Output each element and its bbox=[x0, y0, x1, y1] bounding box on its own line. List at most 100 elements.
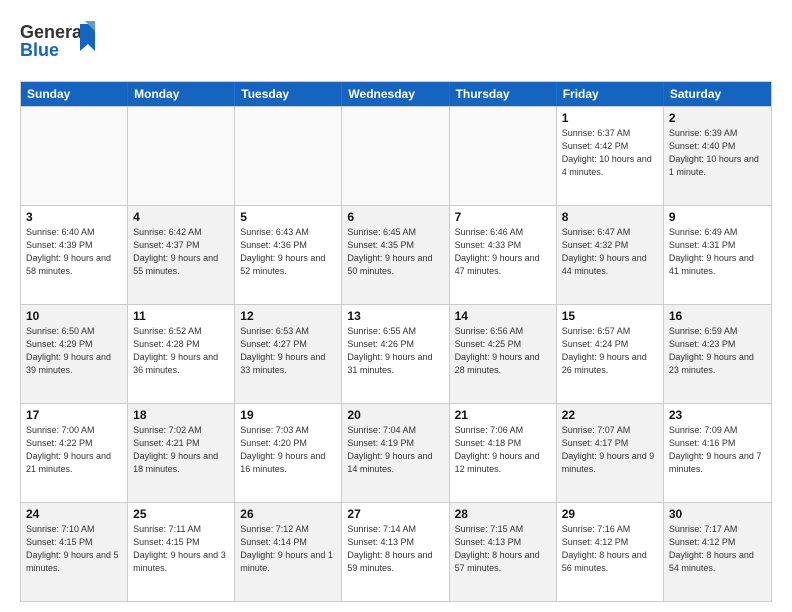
day-cell-6: 6Sunrise: 6:45 AM Sunset: 4:35 PM Daylig… bbox=[342, 206, 449, 304]
day-info: Sunrise: 7:16 AM Sunset: 4:12 PM Dayligh… bbox=[562, 523, 658, 575]
day-number: 2 bbox=[669, 111, 766, 125]
day-info: Sunrise: 7:11 AM Sunset: 4:15 PM Dayligh… bbox=[133, 523, 229, 575]
day-info: Sunrise: 6:57 AM Sunset: 4:24 PM Dayligh… bbox=[562, 325, 658, 377]
day-info: Sunrise: 7:12 AM Sunset: 4:14 PM Dayligh… bbox=[240, 523, 336, 575]
svg-text:General: General bbox=[20, 22, 87, 42]
day-number: 8 bbox=[562, 210, 658, 224]
day-info: Sunrise: 6:49 AM Sunset: 4:31 PM Dayligh… bbox=[669, 226, 766, 278]
day-cell-28: 28 Sunrise: 7:15 AM Sunset: 4:13 PM Dayli… bbox=[450, 503, 557, 601]
page: General Blue SundayMondayTuesdayWednesda… bbox=[0, 0, 792, 612]
day-cell-26: 26 Sunrise: 7:12 AM Sunset: 4:14 PM Dayli… bbox=[235, 503, 342, 601]
weekday-header-tuesday: Tuesday bbox=[235, 82, 342, 106]
day-cell-2: 2 Sunrise: 6:39 AM Sunset: 4:40 PM Daylig… bbox=[664, 107, 771, 205]
day-number: 21 bbox=[455, 408, 551, 422]
empty-cell bbox=[21, 107, 128, 205]
day-number: 1 bbox=[562, 111, 658, 125]
day-number: 13 bbox=[347, 309, 443, 323]
day-info: Sunrise: 7:02 AM Sunset: 4:21 PM Dayligh… bbox=[133, 424, 229, 476]
day-info: Sunrise: 6:45 AM Sunset: 4:35 PM Dayligh… bbox=[347, 226, 443, 278]
day-cell-10: 10Sunrise: 6:50 AM Sunset: 4:29 PM Dayli… bbox=[21, 305, 128, 403]
day-number: 5 bbox=[240, 210, 336, 224]
calendar: SundayMondayTuesdayWednesdayThursdayFrid… bbox=[20, 81, 772, 602]
day-info: Sunrise: 6:46 AM Sunset: 4:33 PM Dayligh… bbox=[455, 226, 551, 278]
day-number: 11 bbox=[133, 309, 229, 323]
svg-text:Blue: Blue bbox=[20, 40, 59, 60]
day-info: Sunrise: 6:39 AM Sunset: 4:40 PM Dayligh… bbox=[669, 127, 766, 179]
day-cell-13: 13 Sunrise: 6:55 AM Sunset: 4:26 PM Dayli… bbox=[342, 305, 449, 403]
day-cell-12: 12 Sunrise: 6:53 AM Sunset: 4:27 PM Dayli… bbox=[235, 305, 342, 403]
day-info: Sunrise: 7:10 AM Sunset: 4:15 PM Dayligh… bbox=[26, 523, 122, 575]
day-info: Sunrise: 6:50 AM Sunset: 4:29 PM Dayligh… bbox=[26, 325, 122, 377]
day-cell-21: 21 Sunrise: 7:06 AM Sunset: 4:18 PM Dayli… bbox=[450, 404, 557, 502]
day-info: Sunrise: 7:17 AM Sunset: 4:12 PM Dayligh… bbox=[669, 523, 766, 575]
day-cell-23: 23Sunrise: 7:09 AM Sunset: 4:16 PM Dayli… bbox=[664, 404, 771, 502]
day-info: Sunrise: 6:43 AM Sunset: 4:36 PM Dayligh… bbox=[240, 226, 336, 278]
day-cell-4: 4 Sunrise: 6:42 AM Sunset: 4:37 PM Daylig… bbox=[128, 206, 235, 304]
day-number: 16 bbox=[669, 309, 766, 323]
day-info: Sunrise: 7:03 AM Sunset: 4:20 PM Dayligh… bbox=[240, 424, 336, 476]
day-info: Sunrise: 6:37 AM Sunset: 4:42 PM Dayligh… bbox=[562, 127, 658, 179]
logo: General Blue bbox=[20, 16, 100, 71]
day-cell-22: 22Sunrise: 7:07 AM Sunset: 4:17 PM Dayli… bbox=[557, 404, 664, 502]
calendar-body: 1 Sunrise: 6:37 AM Sunset: 4:42 PM Daylig… bbox=[21, 106, 771, 601]
day-number: 26 bbox=[240, 507, 336, 521]
day-cell-17: 17 Sunrise: 7:00 AM Sunset: 4:22 PM Dayli… bbox=[21, 404, 128, 502]
calendar-header: SundayMondayTuesdayWednesdayThursdayFrid… bbox=[21, 82, 771, 106]
day-number: 9 bbox=[669, 210, 766, 224]
day-cell-3: 3 Sunrise: 6:40 AM Sunset: 4:39 PM Daylig… bbox=[21, 206, 128, 304]
weekday-header-wednesday: Wednesday bbox=[342, 82, 449, 106]
day-info: Sunrise: 7:15 AM Sunset: 4:13 PM Dayligh… bbox=[455, 523, 551, 575]
day-info: Sunrise: 7:14 AM Sunset: 4:13 PM Dayligh… bbox=[347, 523, 443, 575]
day-number: 12 bbox=[240, 309, 336, 323]
day-cell-29: 29Sunrise: 7:16 AM Sunset: 4:12 PM Dayli… bbox=[557, 503, 664, 601]
weekday-header-monday: Monday bbox=[128, 82, 235, 106]
day-cell-9: 9 Sunrise: 6:49 AM Sunset: 4:31 PM Daylig… bbox=[664, 206, 771, 304]
day-number: 18 bbox=[133, 408, 229, 422]
logo-icon: General Blue bbox=[20, 16, 100, 66]
weekday-header-friday: Friday bbox=[557, 82, 664, 106]
day-number: 7 bbox=[455, 210, 551, 224]
day-cell-11: 11Sunrise: 6:52 AM Sunset: 4:28 PM Dayli… bbox=[128, 305, 235, 403]
calendar-row-2: 10Sunrise: 6:50 AM Sunset: 4:29 PM Dayli… bbox=[21, 304, 771, 403]
day-number: 28 bbox=[455, 507, 551, 521]
weekday-header-thursday: Thursday bbox=[450, 82, 557, 106]
day-info: Sunrise: 7:07 AM Sunset: 4:17 PM Dayligh… bbox=[562, 424, 658, 476]
header: General Blue bbox=[20, 16, 772, 71]
day-cell-18: 18 Sunrise: 7:02 AM Sunset: 4:21 PM Dayli… bbox=[128, 404, 235, 502]
calendar-row-0: 1 Sunrise: 6:37 AM Sunset: 4:42 PM Daylig… bbox=[21, 106, 771, 205]
day-number: 24 bbox=[26, 507, 122, 521]
day-cell-8: 8 Sunrise: 6:47 AM Sunset: 4:32 PM Daylig… bbox=[557, 206, 664, 304]
weekday-header-sunday: Sunday bbox=[21, 82, 128, 106]
day-number: 17 bbox=[26, 408, 122, 422]
day-cell-24: 24 Sunrise: 7:10 AM Sunset: 4:15 PM Dayli… bbox=[21, 503, 128, 601]
day-number: 3 bbox=[26, 210, 122, 224]
day-info: Sunrise: 7:06 AM Sunset: 4:18 PM Dayligh… bbox=[455, 424, 551, 476]
empty-cell bbox=[450, 107, 557, 205]
day-info: Sunrise: 6:55 AM Sunset: 4:26 PM Dayligh… bbox=[347, 325, 443, 377]
day-cell-7: 7 Sunrise: 6:46 AM Sunset: 4:33 PM Daylig… bbox=[450, 206, 557, 304]
day-number: 23 bbox=[669, 408, 766, 422]
day-number: 27 bbox=[347, 507, 443, 521]
day-cell-5: 5 Sunrise: 6:43 AM Sunset: 4:36 PM Daylig… bbox=[235, 206, 342, 304]
day-cell-16: 16Sunrise: 6:59 AM Sunset: 4:23 PM Dayli… bbox=[664, 305, 771, 403]
day-number: 15 bbox=[562, 309, 658, 323]
day-number: 30 bbox=[669, 507, 766, 521]
day-number: 4 bbox=[133, 210, 229, 224]
day-cell-15: 15 Sunrise: 6:57 AM Sunset: 4:24 PM Dayli… bbox=[557, 305, 664, 403]
day-info: Sunrise: 7:04 AM Sunset: 4:19 PM Dayligh… bbox=[347, 424, 443, 476]
calendar-row-4: 24 Sunrise: 7:10 AM Sunset: 4:15 PM Dayli… bbox=[21, 502, 771, 601]
day-number: 20 bbox=[347, 408, 443, 422]
day-number: 25 bbox=[133, 507, 229, 521]
day-info: Sunrise: 6:40 AM Sunset: 4:39 PM Dayligh… bbox=[26, 226, 122, 278]
day-info: Sunrise: 7:00 AM Sunset: 4:22 PM Dayligh… bbox=[26, 424, 122, 476]
day-info: Sunrise: 6:56 AM Sunset: 4:25 PM Dayligh… bbox=[455, 325, 551, 377]
day-info: Sunrise: 6:53 AM Sunset: 4:27 PM Dayligh… bbox=[240, 325, 336, 377]
day-cell-14: 14Sunrise: 6:56 AM Sunset: 4:25 PM Dayli… bbox=[450, 305, 557, 403]
day-cell-30: 30 Sunrise: 7:17 AM Sunset: 4:12 PM Dayli… bbox=[664, 503, 771, 601]
day-cell-19: 19Sunrise: 7:03 AM Sunset: 4:20 PM Dayli… bbox=[235, 404, 342, 502]
weekday-header-saturday: Saturday bbox=[664, 82, 771, 106]
day-info: Sunrise: 6:42 AM Sunset: 4:37 PM Dayligh… bbox=[133, 226, 229, 278]
day-cell-25: 25 Sunrise: 7:11 AM Sunset: 4:15 PM Dayli… bbox=[128, 503, 235, 601]
calendar-row-3: 17 Sunrise: 7:00 AM Sunset: 4:22 PM Dayli… bbox=[21, 403, 771, 502]
day-info: Sunrise: 6:47 AM Sunset: 4:32 PM Dayligh… bbox=[562, 226, 658, 278]
